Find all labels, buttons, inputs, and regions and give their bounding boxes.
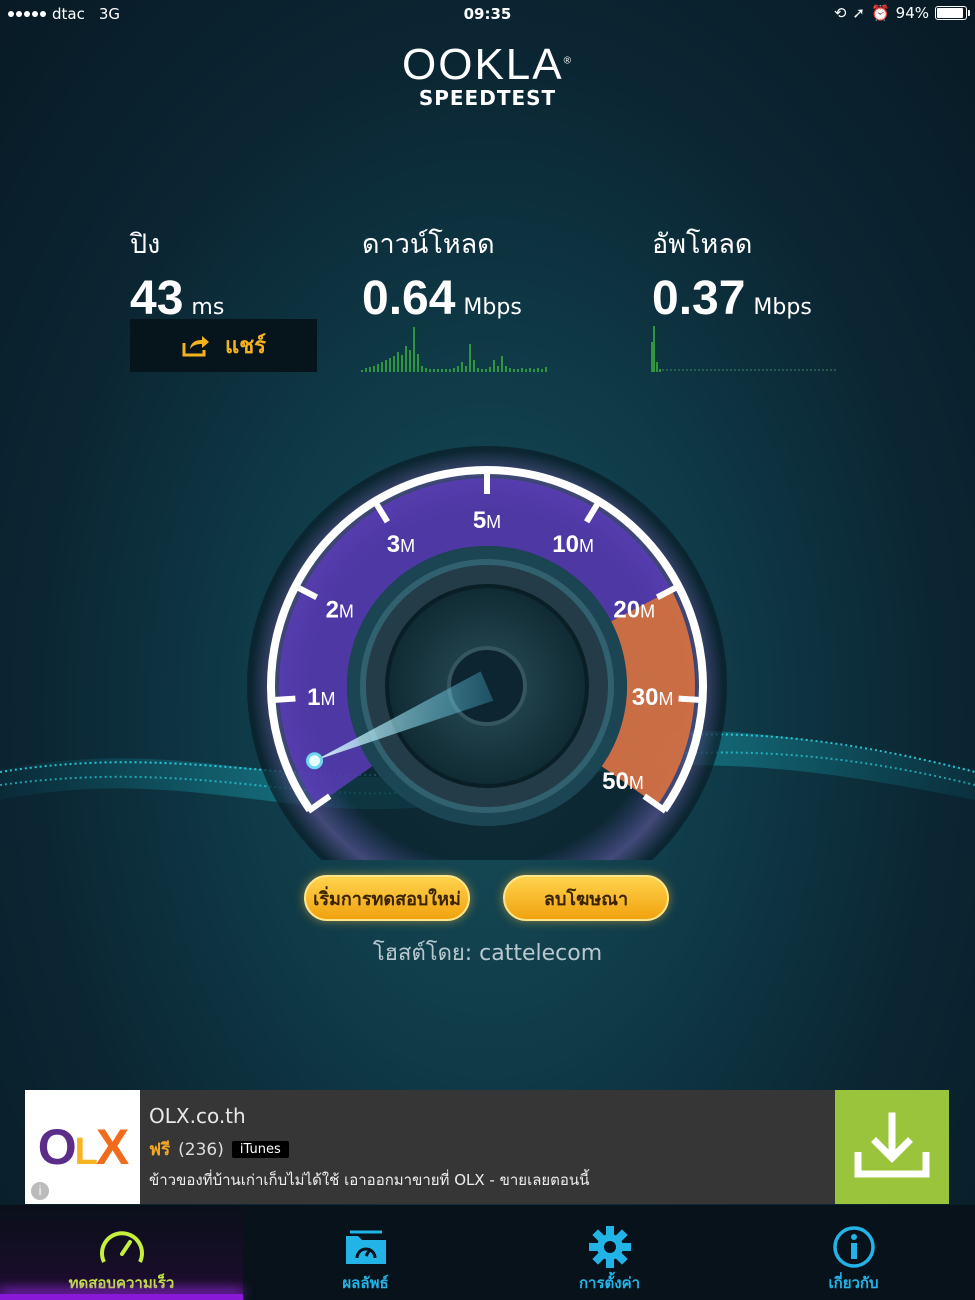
- results-folder-icon: [345, 1230, 386, 1264]
- gauge-tick-label: 50M: [602, 768, 644, 795]
- rotation-lock-icon: ⟲: [833, 4, 847, 22]
- ad-banner[interactable]: OLX i OLX.co.th ฟรี (236) iTunes ข้าวของ…: [25, 1090, 949, 1204]
- ad-info-icon[interactable]: i: [31, 1182, 49, 1200]
- download-icon: [854, 1112, 930, 1178]
- upload-metric: อัพโหลด 0.37 Mbps: [652, 222, 812, 326]
- alarm-icon: ⏰: [870, 4, 890, 22]
- ad-description: ข้าวของที่บ้านเก่าเก็บไม่ได้ใช้ เอาออกมา…: [149, 1171, 590, 1189]
- ping-label: ปิง: [130, 229, 161, 260]
- download-sparkline: [361, 327, 547, 372]
- location-icon: ➚: [852, 4, 865, 22]
- tab-results-label: ผลลัพธ์: [342, 1274, 389, 1292]
- gauge-tick-label: 10M: [552, 531, 594, 558]
- host-label: โฮสต์โดย: cattelecom: [372, 941, 603, 966]
- ad-title: OLX.co.th: [149, 1104, 246, 1128]
- info-icon: [832, 1226, 875, 1268]
- status-bar: dtac 3G 09:35 ⟲ ➚ ⏰ 94%: [0, 0, 975, 28]
- tab-results[interactable]: ผลลัพธ์: [244, 1205, 487, 1300]
- status-time: 09:35: [463, 5, 512, 23]
- download-value: 0.64: [362, 272, 456, 325]
- brand-name: OOKLA®: [402, 40, 573, 89]
- upload-sparkline: [651, 326, 838, 372]
- upload-value: 0.37: [652, 272, 746, 325]
- gauge-tick: [678, 695, 705, 704]
- share-button[interactable]: แชร์: [130, 319, 317, 372]
- ping-metric: ปิง 43 ms: [130, 222, 224, 326]
- share-icon: [182, 335, 210, 356]
- upload-label: อัพโหลด: [652, 229, 753, 260]
- tab-settings[interactable]: การตั้งค่า: [488, 1205, 731, 1300]
- share-label: แชร์: [225, 334, 266, 359]
- gauge-tick-label: 20M: [613, 596, 655, 623]
- product-name: SPEEDTEST: [418, 86, 557, 110]
- tab-bar: ทดสอบความเร็ว ผลลัพธ์ การตั้งค่า เกี่ยวก…: [0, 1205, 975, 1300]
- ad-download-button[interactable]: [835, 1090, 949, 1204]
- download-label: ดาวน์โหลด: [362, 229, 495, 260]
- gauge-tick-label: 30M: [632, 684, 674, 711]
- gear-icon: [588, 1226, 631, 1268]
- speedometer-icon: [99, 1231, 144, 1263]
- gauge-tick-label: 5M: [473, 507, 501, 534]
- ping-unit: ms: [191, 295, 225, 320]
- upload-unit: Mbps: [753, 295, 812, 320]
- remove-ads-button[interactable]: ลบโฆษณา: [503, 875, 669, 921]
- battery-icon: [935, 6, 970, 20]
- app-logo: OOKLA® SPEEDTEST: [0, 40, 975, 110]
- tab-settings-label: การตั้งค่า: [578, 1274, 641, 1292]
- tab-speedtest-label: ทดสอบความเร็ว: [68, 1274, 175, 1292]
- gauge-tick-label: 1M: [307, 684, 335, 711]
- gauge-needle-tip: [306, 752, 324, 770]
- ad-price: ฟรี: [149, 1140, 171, 1160]
- status-right: ⟲ ➚ ⏰ 94%: [833, 4, 970, 22]
- ad-store-badge: iTunes: [231, 1141, 289, 1158]
- ping-value: 43: [130, 272, 184, 325]
- download-metric: ดาวน์โหลด 0.64 Mbps: [362, 222, 522, 326]
- ad-rating-count: (236): [178, 1139, 224, 1160]
- gauge-tick-label: 2M: [326, 596, 354, 623]
- tab-about[interactable]: เกี่ยวกับ: [732, 1205, 975, 1300]
- download-unit: Mbps: [463, 295, 522, 320]
- tab-about-label: เกี่ยวกับ: [828, 1274, 879, 1292]
- speed-gauge: 1M 2M 3M 5M 10M 20M 30M 50M: [0, 446, 975, 860]
- tab-speedtest[interactable]: ทดสอบความเร็ว: [0, 1205, 243, 1300]
- olx-logo: OLX i: [25, 1090, 140, 1204]
- gauge-tick-label: 3M: [387, 531, 415, 558]
- ad-meta: ฟรี (236) iTunes: [149, 1136, 289, 1163]
- gauge-tick: [269, 695, 296, 704]
- restart-test-button[interactable]: เริ่มการทดสอบใหม่: [304, 875, 470, 921]
- battery-percent: 94%: [895, 4, 929, 22]
